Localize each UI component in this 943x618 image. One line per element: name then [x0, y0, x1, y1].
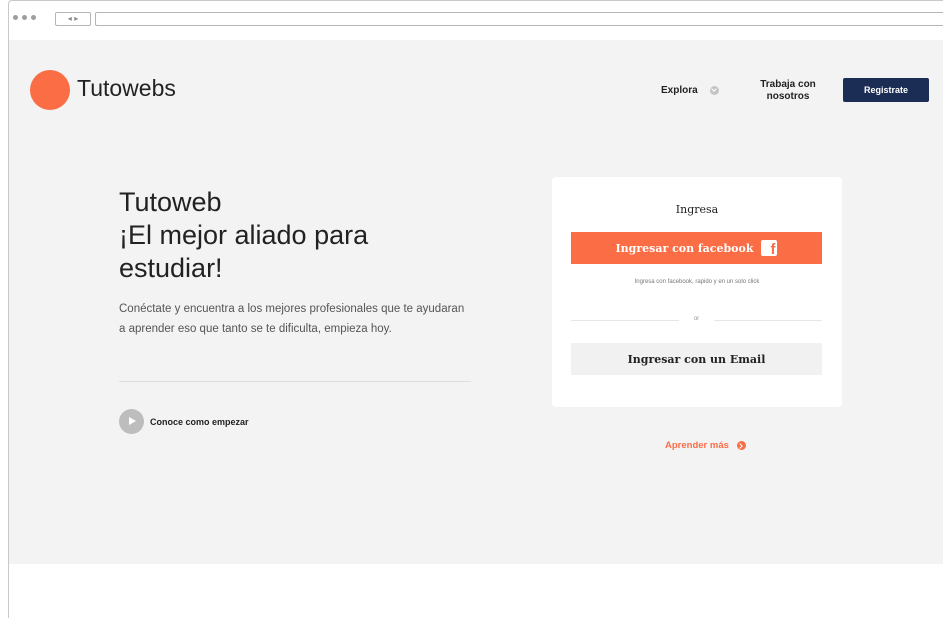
- facebook-login-button[interactable]: Ingresar con facebook: [571, 232, 822, 264]
- nav-trabaja-con-nosotros[interactable]: Trabaja con nosotros: [749, 79, 827, 103]
- play-icon[interactable]: [119, 409, 144, 434]
- window-controls[interactable]: [13, 15, 36, 20]
- separator-line: [714, 320, 822, 321]
- nav-explora[interactable]: Explora: [661, 85, 719, 96]
- learn-more-label: Aprender más: [665, 440, 729, 451]
- or-separator: or: [571, 315, 822, 325]
- login-card-title: Ingresa: [675, 203, 719, 216]
- facebook-hint: Ingresa con facebook, rapido y en un sol…: [634, 279, 760, 285]
- login-card: Ingresa Ingresar con facebook Ingresa co…: [552, 177, 842, 407]
- hero-title: Tutoweb ¡El mejor aliado para estudiar!: [119, 186, 459, 285]
- address-bar[interactable]: [95, 12, 943, 26]
- hero-title-line2: ¡El mejor aliado para: [119, 220, 369, 250]
- get-started-video-link[interactable]: Conoce como empezar: [119, 409, 249, 434]
- window-dot[interactable]: [31, 15, 36, 20]
- landing-page: Tutowebs Explora Trabaja con nosotros Re…: [9, 40, 943, 564]
- browser-toolbar: ◂ ▸: [8, 0, 943, 41]
- hero-title-line3: estudiar!: [119, 253, 223, 283]
- nav-explora-label: Explora: [661, 85, 698, 96]
- brand-name[interactable]: Tutowebs: [77, 75, 176, 102]
- window-dot[interactable]: [13, 15, 18, 20]
- or-text: or: [693, 316, 700, 322]
- chevron-down-icon: [709, 86, 719, 95]
- window-dot[interactable]: [22, 15, 27, 20]
- facebook-icon: [761, 240, 778, 258]
- arrow-right-circle-icon: [736, 441, 746, 450]
- nav-trabaja-line1: Trabaja con: [760, 79, 816, 90]
- play-label[interactable]: Conoce como empezar: [150, 417, 249, 427]
- nav-trabaja-line2: nosotros: [766, 91, 810, 102]
- register-button[interactable]: Registrate: [843, 78, 929, 102]
- browser-nav-arrows[interactable]: ◂ ▸: [55, 12, 91, 26]
- facebook-login-label: Ingresar con facebook: [615, 241, 754, 255]
- email-login-button[interactable]: Ingresar con un Email: [571, 343, 822, 375]
- logo-icon[interactable]: [30, 70, 70, 110]
- hero-divider: [119, 381, 471, 382]
- hero-description: Conéctate y encuentra a los mejores prof…: [119, 303, 465, 335]
- hero-title-line1: Tutoweb: [119, 187, 222, 217]
- learn-more-link[interactable]: Aprender más: [665, 440, 746, 451]
